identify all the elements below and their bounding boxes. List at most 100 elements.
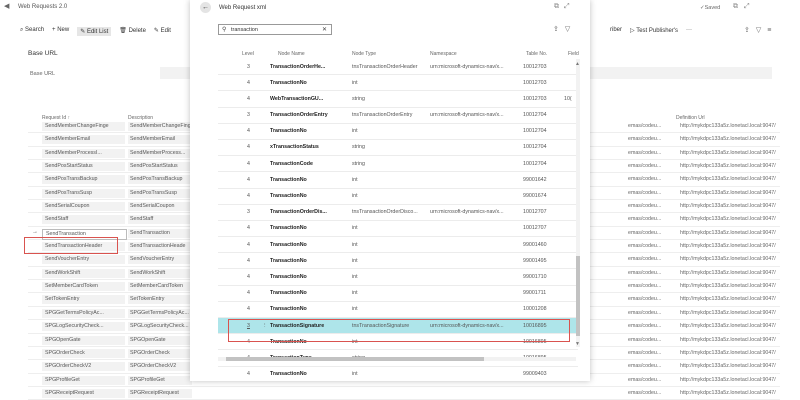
column-header-field[interactable]: Field [568, 51, 579, 57]
description-cell[interactable]: SendSerialCoupon [128, 202, 192, 212]
request-id-cell[interactable]: SendMemberProcessI... [42, 148, 125, 158]
request-id-cell[interactable]: SPGProfileGet [42, 375, 125, 385]
description-cell[interactable]: SetTokenEntry [128, 295, 192, 305]
table-row[interactable]: 4 TransactionNo int 99001460 [218, 237, 578, 254]
page-share-filter-icons[interactable]: ⇪▽≡ [744, 26, 777, 34]
request-id-cell[interactable]: SetTokenEntry [42, 295, 125, 305]
table-row[interactable]: 4 TransactionNo int 10001208 [218, 302, 578, 318]
request-id-cell[interactable]: SetMemberCardToken [42, 282, 125, 292]
node-type-cell: int [352, 225, 358, 232]
column-header-node-type[interactable]: Node Type [352, 51, 376, 57]
search-action[interactable]: ⌕ Search [20, 27, 44, 36]
table-row[interactable]: 4 TransactionNo int 10012704 [218, 124, 578, 140]
column-header-node-name[interactable]: Node Name [278, 51, 305, 57]
back-arrow-icon[interactable]: ◀ [4, 3, 12, 11]
dialog-window-icons[interactable]: ⧉⤢ [554, 3, 575, 11]
horizontal-scrollbar[interactable] [218, 357, 576, 361]
description-cell[interactable]: SendMemberEmail [128, 135, 192, 145]
table-row[interactable]: 4 TransactionNo int 99001710 [218, 269, 578, 286]
description-cell[interactable]: SendPosTransSusp [128, 188, 192, 198]
description-cell[interactable]: SendTransactionHeade [128, 242, 192, 252]
column-header-table-no[interactable]: Table No. [526, 51, 547, 57]
request-id-cell[interactable]: SPGOrderCheck [42, 348, 125, 358]
description-cell[interactable]: SendTransaction [128, 228, 192, 238]
more-actions[interactable]: ··· [686, 27, 692, 34]
request-id-cell[interactable]: SPGOpenGate [42, 335, 125, 345]
description-cell[interactable]: SPGOpenGate [128, 335, 192, 345]
description-cell[interactable]: SendMemberProcess... [128, 148, 192, 158]
vertical-scrollbar[interactable] [576, 59, 580, 347]
description-cell[interactable]: SendWorkShift [128, 268, 192, 278]
table-row[interactable]: 4 TransactionCode string 10012704 [218, 156, 578, 173]
edit-action[interactable]: ✎ Edit [154, 27, 171, 36]
request-id-cell[interactable]: SPGLogSecurityCheck... [42, 322, 125, 332]
definition-url-cell: http://mykdpc133a5z.lonetacl.local:9047/… [680, 216, 776, 223]
level-cell: 4 [247, 306, 250, 313]
column-header-level[interactable]: Level [242, 51, 254, 57]
description-cell[interactable]: SPGGetTermsPolicyAc... [128, 308, 192, 318]
request-id-cell[interactable]: SendWorkShift [42, 268, 125, 278]
scroll-up-icon[interactable]: ▲ [575, 61, 580, 67]
description-cell[interactable]: SPGProfileGet [128, 375, 192, 385]
description-cell[interactable]: SendMemberChangeFinge [128, 122, 192, 131]
namespace-cell: emas/codeu... [628, 376, 662, 383]
table-row[interactable]: 3 TransactionOrderEntry tnsTransactionOrde… [218, 108, 578, 124]
node-name-cell: xTransactionStatus [270, 144, 319, 151]
request-id-cell[interactable]: SendPosTransBackup [42, 175, 125, 185]
table-row[interactable]: 3 TransactionOrderHe... tnsTransactionOrde… [218, 59, 578, 76]
search-input[interactable]: ⚲ transaction ✕ [218, 24, 332, 35]
node-type-cell: string [352, 95, 365, 102]
scroll-down-icon[interactable]: ▼ [575, 341, 580, 347]
edit-list-action[interactable]: ✎ Edit List [77, 27, 112, 36]
table-no-cell: 10001208 [523, 306, 547, 313]
table-row[interactable]: 4 WebTransactionGU... string 10012703 10( [218, 91, 578, 108]
clear-search-icon[interactable]: ✕ [322, 26, 327, 33]
dialog-share-filter-icons[interactable]: ⇪▽ [553, 25, 576, 33]
delete-action[interactable]: 🗑 Delete [119, 27, 146, 36]
request-id-cell[interactable]: SendStaff [42, 215, 125, 225]
table-row[interactable]: 4 TransactionNo int 99001495 [218, 253, 578, 270]
vertical-scrollbar-thumb[interactable] [576, 256, 580, 336]
namespace-cell: emas/codeu... [628, 176, 662, 183]
request-id-cell[interactable]: SendMemberEmail [42, 135, 125, 145]
request-id-cell[interactable]: SPGGetTermsPolicyAc... [42, 308, 125, 318]
table-row[interactable]: 4 TransactionNo int 10012707 [218, 221, 578, 238]
request-id-cell[interactable]: SendPosTransSusp [42, 188, 125, 198]
table-row[interactable]: 4 TransactionNo int 99001642 [218, 172, 578, 189]
subscriber-action[interactable]: riber [610, 27, 622, 34]
test-publisher-action[interactable]: ▷ Test Publisher's [630, 27, 678, 34]
new-action[interactable]: + New [52, 27, 69, 36]
column-header-namespace[interactable]: Namespace [430, 51, 457, 57]
level-cell: 4 [247, 241, 250, 248]
definition-url-cell: http://mykdpc133a5z.lonetacl.local:9047/… [680, 296, 776, 303]
table-row[interactable]: 4 TransactionNo int 99001674 [218, 189, 578, 205]
table-row[interactable]: 4 TransactionNo int 99001711 [218, 286, 578, 302]
table-row[interactable]: 4 TransactionNo int 99009403 [218, 367, 578, 383]
request-id-cell[interactable]: SendPosStartStatus [42, 162, 125, 172]
description-cell[interactable]: SendPosTransBackup [128, 175, 192, 185]
description-cell[interactable]: SendVoucherEntry [128, 255, 192, 265]
request-id-cell[interactable]: SendMemberChangeFinge [42, 122, 125, 131]
description-cell[interactable]: SendPosStartStatus [128, 162, 192, 172]
table-row[interactable]: 4 xTransactionStatus string 10012704 [218, 140, 578, 157]
description-cell[interactable]: SPGOrderCheck [128, 348, 192, 358]
description-cell[interactable]: SPGLogSecurityCheck... [128, 322, 192, 332]
request-id-cell[interactable]: SPGReceiptRequest [42, 388, 125, 398]
description-cell[interactable]: SPGReceiptRequest [128, 388, 192, 398]
back-arrow-icon[interactable]: ← [200, 2, 211, 13]
request-id-cell[interactable]: SPGOrderCheckV2 [42, 362, 125, 372]
description-cell[interactable]: SetMemberCardToken [128, 282, 192, 292]
node-type-cell: int [352, 273, 358, 280]
table-row[interactable]: 4 TransactionNo int 10012703 [218, 75, 578, 92]
horizontal-scrollbar-thumb[interactable] [226, 357, 484, 361]
request-id-cell[interactable]: SendSerialCoupon [42, 202, 125, 212]
table-no-cell: 99001674 [523, 193, 547, 199]
description-cell[interactable]: SendStaff [128, 215, 192, 225]
table-row[interactable]: 3 TransactionOrderDis... tnsTransactionOrd… [218, 205, 578, 221]
request-id-cell[interactable]: SendVoucherEntry [42, 255, 125, 265]
page-window-icons[interactable]: ⧉⤢ [733, 3, 756, 11]
description-cell[interactable]: SPGOrderCheckV2 [128, 362, 192, 372]
definition-url-cell: http://mykdpc133a5z.lonetacl.local:9047/… [680, 349, 776, 356]
node-name-cell: TransactionOrderEntry [270, 112, 328, 119]
table-row[interactable]: SPGReceiptRequest SPGReceiptRequest emas/c… [28, 387, 780, 400]
